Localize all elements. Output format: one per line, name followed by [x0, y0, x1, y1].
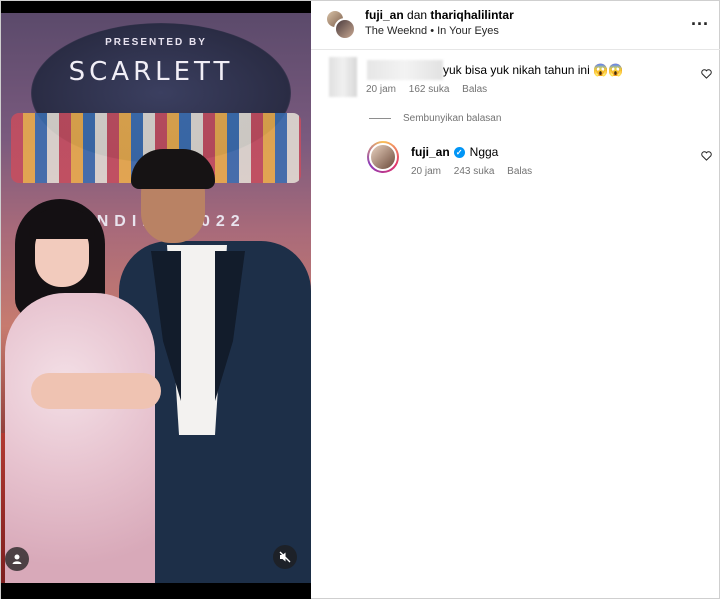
- post-media[interactable]: PRESENTED BY SCARLETT INDIES 2022: [1, 1, 311, 599]
- blurred-username: [367, 60, 443, 80]
- hide-replies-label: Sembunyikan balasan: [403, 113, 502, 124]
- reply-reply-button[interactable]: Balas: [507, 166, 532, 177]
- reply-meta: 20 jam 243 suka Balas: [411, 166, 542, 177]
- hide-replies-button[interactable]: Sembunyikan balasan: [369, 113, 501, 124]
- comment-time[interactable]: 20 jam: [366, 84, 396, 95]
- divider: [369, 118, 391, 119]
- blurred-avatar: [329, 57, 357, 97]
- woman-bangs: [29, 209, 95, 239]
- post-authors: fuji_an dan thariqhalilintar: [365, 8, 514, 22]
- comment-text: yuk bisa yuk nikah tahun ini 😱😱: [443, 63, 623, 77]
- comment-likes[interactable]: 162 suka: [409, 84, 450, 95]
- user-tag-icon[interactable]: [5, 547, 29, 571]
- heart-icon[interactable]: [701, 68, 712, 82]
- comment-reply-button[interactable]: Balas: [462, 84, 487, 95]
- reply-avatar[interactable]: [367, 141, 399, 173]
- woman-dress: [5, 293, 155, 583]
- man-hair: [131, 149, 215, 189]
- post-photo: PRESENTED BY SCARLETT INDIES 2022: [1, 13, 311, 583]
- woman-arms: [31, 373, 161, 409]
- audio-link[interactable]: The Weeknd • In Your Eyes: [365, 25, 499, 37]
- reply-likes[interactable]: 243 suka: [454, 166, 495, 177]
- comment: yuk bisa yuk nikah tahun ini 😱😱 20 jam 1…: [311, 57, 720, 107]
- author-link-fuji[interactable]: fuji_an: [365, 8, 404, 22]
- author-link-thariq[interactable]: thariqhalilintar: [430, 8, 513, 22]
- heart-icon[interactable]: [701, 150, 712, 164]
- author-connector: dan: [407, 8, 428, 22]
- reply-header: fuji_an ✓ Ngga: [411, 145, 498, 159]
- comment-meta: 20 jam 162 suka Balas: [366, 84, 497, 95]
- avatar: [369, 143, 397, 171]
- more-options-icon[interactable]: ...: [691, 9, 709, 30]
- reply-username[interactable]: fuji_an: [411, 145, 450, 159]
- poster-presented-by: PRESENTED BY: [105, 37, 207, 48]
- avatar: [334, 18, 356, 40]
- reply-time[interactable]: 20 jam: [411, 166, 441, 177]
- collab-avatars[interactable]: [325, 9, 356, 40]
- reply-text: Ngga: [469, 145, 499, 159]
- poster-sponsor: SCARLETT: [68, 57, 234, 87]
- verified-badge-icon: ✓: [453, 146, 465, 158]
- post-dialog: PRESENTED BY SCARLETT INDIES 2022 fuji_a…: [0, 0, 720, 599]
- mute-icon[interactable]: [273, 545, 297, 569]
- post-header: fuji_an dan thariqhalilintar The Weeknd …: [311, 1, 720, 50]
- reply-comment: fuji_an ✓ Ngga 20 jam 243 suka Balas: [311, 139, 720, 189]
